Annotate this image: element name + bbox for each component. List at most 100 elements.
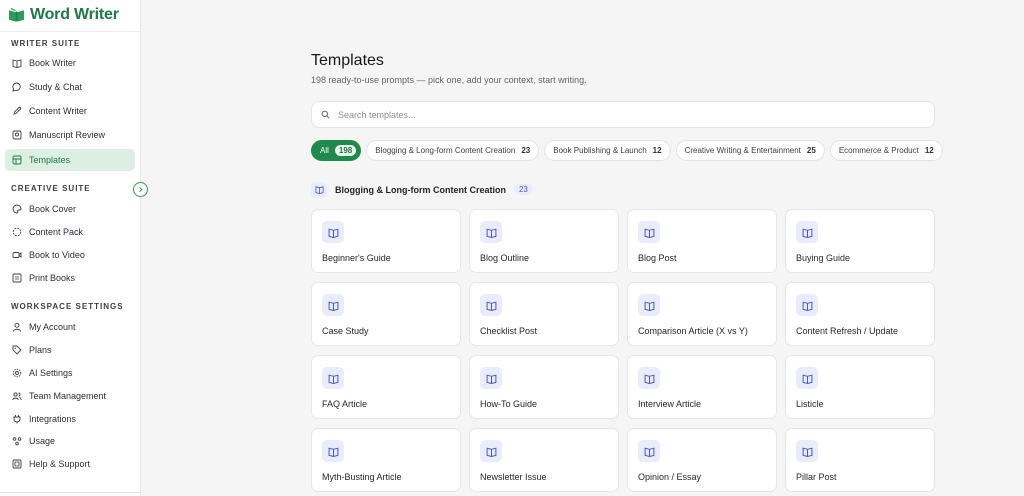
sidebar-item-book-writer[interactable]: Book Writer [5, 52, 135, 74]
template-card[interactable]: Case Study [311, 282, 461, 346]
category-group-header: Blogging & Long-form Content Creation 23 [311, 181, 533, 198]
group-title: Blogging & Long-form Content Creation [335, 184, 506, 195]
chip-creative-writing[interactable]: Creative Writing & Entertainment 25 [675, 140, 825, 161]
chevron-right-icon [139, 186, 143, 193]
open-book-icon [638, 221, 660, 243]
open-book-icon [480, 367, 502, 389]
usage-icon [12, 436, 22, 446]
template-card[interactable]: Interview Article [627, 355, 777, 419]
pen-icon [12, 106, 22, 116]
sidebar-item-label: Usage [29, 436, 56, 446]
template-card[interactable]: How-To Guide [469, 355, 619, 419]
sidebar-item-label: Book to Video [29, 250, 85, 260]
template-card-title: How-To Guide [480, 399, 538, 409]
sidebar-item-label: My Account [29, 322, 76, 332]
sidebar-item-study-chat[interactable]: Study & Chat [5, 76, 135, 98]
brand[interactable]: Word Writer [8, 4, 119, 26]
templates-icon [12, 155, 22, 165]
template-card[interactable]: Content Refresh / Update [785, 282, 935, 346]
template-card-title: Beginner's Guide [322, 253, 391, 263]
section-title-creative-suite: CREATIVE SUITE [11, 184, 91, 193]
chip-count: 25 [806, 146, 816, 155]
template-card[interactable]: Pillar Post [785, 428, 935, 492]
open-book-icon [322, 367, 344, 389]
template-card-title: Checklist Post [480, 326, 538, 336]
chip-book-publishing[interactable]: Book Publishing & Launch 12 [544, 140, 671, 161]
template-card-title: Blog Outline [480, 253, 530, 263]
chip-count: 198 [334, 145, 357, 156]
group-count-badge: 23 [513, 184, 533, 195]
divider [0, 492, 141, 493]
sidebar-item-label: Content Writer [29, 106, 87, 116]
template-card[interactable]: FAQ Article [311, 355, 461, 419]
open-book-icon [480, 440, 502, 462]
template-card[interactable]: Buying Guide [785, 209, 935, 273]
template-card[interactable]: Comparison Article (X vs Y) [627, 282, 777, 346]
sidebar-toggle-button[interactable] [133, 182, 148, 197]
sidebar-item-content-writer[interactable]: Content Writer [5, 100, 135, 122]
search-box[interactable] [311, 101, 935, 128]
settings-icon [12, 368, 22, 378]
plug-icon [12, 414, 22, 424]
sidebar-item-my-account[interactable]: My Account [5, 316, 135, 338]
sidebar: Word Writer WRITER SUITE Book Writer Stu… [0, 0, 141, 496]
divider [0, 31, 141, 32]
sidebar-item-label: Integrations [29, 414, 77, 424]
sidebar-item-label: Manuscript Review [29, 130, 106, 140]
template-card[interactable]: Myth-Busting Article [311, 428, 461, 492]
open-book-icon [638, 294, 660, 316]
sidebar-item-usage[interactable]: Usage [5, 430, 135, 452]
open-book-icon [796, 294, 818, 316]
open-book-icon [796, 440, 818, 462]
template-grid: Beginner's Guide Blog Outline Blog Post Buy… [311, 209, 935, 492]
sidebar-item-team-management[interactable]: Team Management [5, 385, 135, 407]
video-icon [12, 250, 22, 260]
sidebar-item-label: Templates [29, 155, 71, 165]
help-icon [12, 459, 22, 469]
sidebar-item-label: Plans [29, 345, 52, 355]
sidebar-item-manuscript-review[interactable]: Manuscript Review [5, 124, 135, 146]
open-book-icon [480, 294, 502, 316]
chip-blogging[interactable]: Blogging & Long-form Content Creation 23 [366, 140, 540, 161]
sidebar-item-book-cover[interactable]: Book Cover [5, 198, 135, 220]
search-icon [321, 110, 330, 119]
chip-label: Blogging & Long-form Content Creation [375, 146, 516, 155]
template-card[interactable]: Newsletter Issue [469, 428, 619, 492]
page-title: Templates [311, 52, 384, 69]
brand-name: Word Writer [30, 6, 119, 23]
sidebar-item-content-pack[interactable]: Content Pack [5, 221, 135, 243]
sidebar-item-plans[interactable]: Plans [5, 339, 135, 361]
print-icon [12, 273, 22, 283]
sidebar-item-label: Book Writer [29, 58, 76, 68]
search-input[interactable] [338, 109, 898, 120]
open-book-icon [638, 367, 660, 389]
open-book-icon [322, 294, 344, 316]
template-card-title: Interview Article [638, 399, 702, 409]
open-book-icon [480, 221, 502, 243]
template-card-title: Buying Guide [796, 253, 851, 263]
open-book-icon [796, 221, 818, 243]
template-card[interactable]: Beginner's Guide [311, 209, 461, 273]
open-book-icon [796, 367, 818, 389]
sidebar-item-help-support[interactable]: Help & Support [5, 453, 135, 475]
chip-all[interactable]: All 198 [311, 140, 362, 161]
open-book-icon [322, 221, 344, 243]
sidebar-item-ai-settings[interactable]: AI Settings [5, 362, 135, 384]
review-icon [12, 130, 22, 140]
team-icon [12, 391, 22, 401]
sidebar-item-label: Print Books [29, 273, 76, 283]
sidebar-item-integrations[interactable]: Integrations [5, 408, 135, 430]
sidebar-item-templates[interactable]: Templates [5, 149, 135, 171]
template-card-title: Listicle [796, 399, 824, 409]
template-card[interactable]: Listicle [785, 355, 935, 419]
sidebar-item-book-to-video[interactable]: Book to Video [5, 244, 135, 266]
template-card[interactable]: Opinion / Essay [627, 428, 777, 492]
book-logo-icon [8, 7, 25, 22]
sidebar-item-print-books[interactable]: Print Books [5, 267, 135, 289]
template-card[interactable]: Blog Outline [469, 209, 619, 273]
template-card[interactable]: Checklist Post [469, 282, 619, 346]
chip-ecommerce[interactable]: Ecommerce & Product 12 [829, 140, 943, 161]
chip-label: Ecommerce & Product [838, 146, 919, 155]
template-card[interactable]: Blog Post [627, 209, 777, 273]
chip-label: Book Publishing & Launch [553, 146, 647, 155]
